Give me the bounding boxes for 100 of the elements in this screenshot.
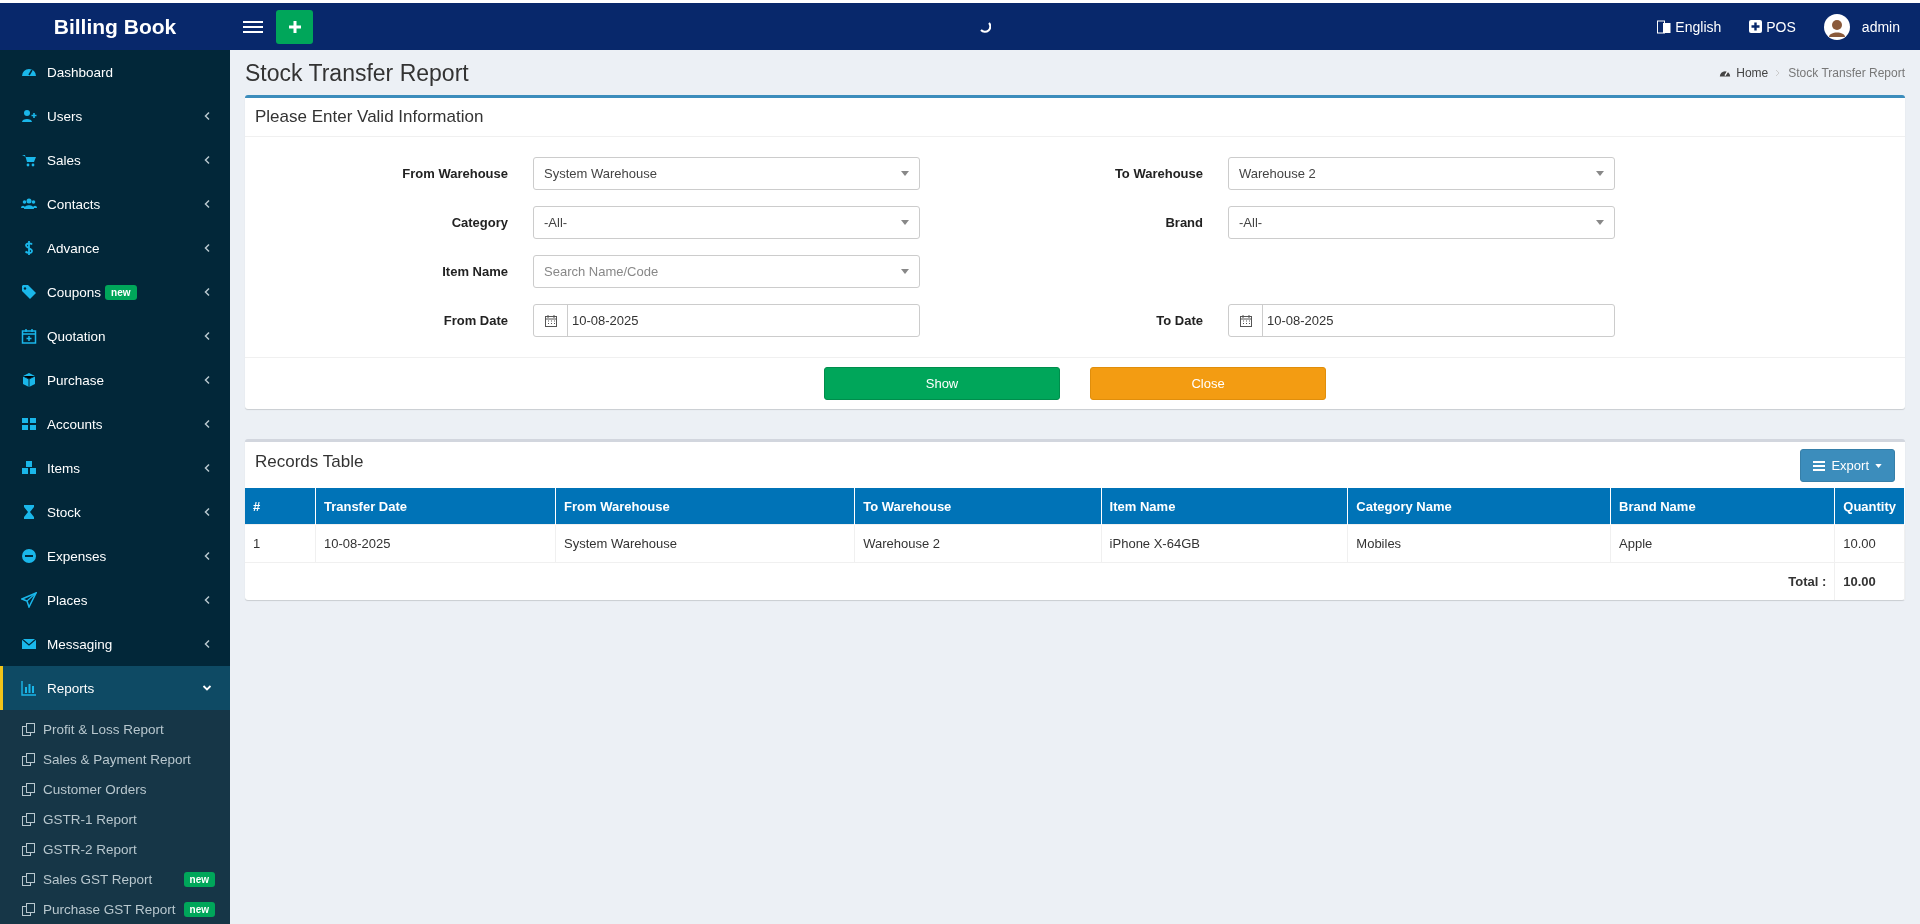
breadcrumb-link[interactable]: Home <box>1719 66 1769 80</box>
chevron-left-icon <box>202 463 212 473</box>
users-icon <box>21 196 37 212</box>
submenu-item[interactable]: Purchase GST Report new <box>0 894 230 924</box>
panel-title: Please Enter Valid Information <box>245 98 1905 137</box>
sidebar-item[interactable]: Dashboard <box>0 50 230 94</box>
column-header: # <box>245 488 316 525</box>
sidebar-item[interactable]: Purchase <box>0 358 230 402</box>
sidebar-item[interactable]: Expenses <box>0 534 230 578</box>
caret-down-icon <box>901 269 909 274</box>
field-label: From Warehouse <box>401 166 509 181</box>
chevron-left-icon <box>202 111 212 121</box>
hourglass-icon <box>21 504 37 520</box>
menu-icon[interactable] <box>243 18 263 35</box>
chevron-left-icon <box>202 375 212 385</box>
chevron-left-icon <box>202 331 212 341</box>
calendar-icon <box>1239 314 1252 327</box>
total-label: Total : <box>245 562 1835 600</box>
sidebar-item[interactable]: Accounts <box>0 402 230 446</box>
caret-down-icon <box>1596 171 1604 176</box>
app-logo[interactable]: Billing Book <box>0 14 230 39</box>
copy-icon <box>22 722 35 736</box>
calendar-icon <box>544 314 557 327</box>
column-header: Transfer Date <box>315 488 556 525</box>
plus-icon <box>288 20 301 33</box>
sidebar-item[interactable]: Advance <box>0 226 230 270</box>
select-field[interactable]: -All- <box>533 206 920 239</box>
field-label: From Date <box>442 313 509 328</box>
select-field[interactable]: System Warehouse <box>533 157 920 190</box>
grid-icon <box>21 416 37 432</box>
column-header: Item Name <box>1101 488 1348 525</box>
chevron-left-icon <box>202 243 212 253</box>
copy-icon <box>22 782 35 796</box>
sidebar-item[interactable]: Sales <box>0 138 230 182</box>
sidebar-item[interactable]: Quotation <box>0 314 230 358</box>
chevron-left-icon <box>202 595 212 605</box>
language-link[interactable]: English <box>1657 18 1722 35</box>
add-button[interactable] <box>276 9 313 44</box>
sidebar-item[interactable]: Coupons new <box>0 270 230 314</box>
new-badge: new <box>105 284 137 300</box>
date-field[interactable]: 10-08-2025 <box>533 304 920 337</box>
table-cell: System Warehouse <box>555 524 855 563</box>
menu-icon <box>1813 460 1826 471</box>
chevron-left-icon <box>202 419 212 429</box>
user-plus-icon <box>21 108 37 124</box>
table-cell: 10-08-2025 <box>315 524 556 563</box>
new-badge: new <box>183 901 215 917</box>
copy-icon <box>22 872 35 886</box>
column-header: Quantity <box>1834 488 1905 525</box>
bar-chart-icon <box>21 680 37 696</box>
export-button[interactable]: Export <box>1800 449 1895 482</box>
chevron-left-icon <box>202 287 212 297</box>
submenu-item[interactable]: Customer Orders <box>0 774 230 804</box>
caret-down-icon <box>1596 220 1604 225</box>
field-label: Item Name <box>441 264 509 279</box>
breadcrumb-current: Stock Transfer Report <box>1788 66 1905 80</box>
envelope-icon <box>21 636 37 652</box>
chevron-down-icon <box>202 683 212 693</box>
sidebar-item[interactable]: Places <box>0 578 230 622</box>
user-menu[interactable]: admin <box>1823 13 1900 40</box>
submenu-item[interactable]: Sales & Payment Report <box>0 744 230 774</box>
table-cell: Warehouse 2 <box>854 524 1102 563</box>
copy-icon <box>22 842 35 856</box>
copy-icon <box>22 902 35 916</box>
caret-down-icon <box>901 171 909 176</box>
sidebar-item[interactable]: Messaging <box>0 622 230 666</box>
sidebar-item[interactable]: Contacts <box>0 182 230 226</box>
table-cell: Mobiles <box>1347 524 1611 563</box>
submenu-item[interactable]: GSTR-2 Report <box>0 834 230 864</box>
minus-circle-icon <box>21 548 37 564</box>
sidebar-item[interactable]: Users <box>0 94 230 138</box>
pos-link[interactable]: POS <box>1749 18 1796 35</box>
panel-title: Records Table <box>255 452 364 472</box>
column-header: To Warehouse <box>854 488 1102 525</box>
sidebar-item[interactable]: Reports <box>0 666 230 710</box>
copy-icon <box>22 812 35 826</box>
date-field[interactable]: 10-08-2025 <box>1228 304 1615 337</box>
chevron-left-icon <box>202 551 212 561</box>
tag-icon <box>21 284 37 300</box>
submenu-item[interactable]: Profit & Loss Report <box>0 714 230 744</box>
chevron-left-icon <box>202 199 212 209</box>
submenu-item[interactable]: Sales GST Report new <box>0 864 230 894</box>
caret-down-icon <box>901 220 909 225</box>
sidebar-item[interactable]: Stock <box>0 490 230 534</box>
calendar-plus-icon <box>21 328 37 344</box>
new-badge: new <box>183 871 215 887</box>
chevron-left-icon <box>202 155 212 165</box>
cart-icon <box>21 152 37 168</box>
paper-plane-icon <box>21 592 37 608</box>
column-header: Category Name <box>1347 488 1611 525</box>
loading-spinner-icon <box>979 20 992 33</box>
select-field[interactable]: Search Name/Code <box>533 255 920 288</box>
sidebar-item[interactable]: Items <box>0 446 230 490</box>
submenu-item[interactable]: GSTR-1 Report <box>0 804 230 834</box>
total-value: 10.00 <box>1834 562 1905 600</box>
caret-down-icon <box>1875 463 1882 468</box>
select-field[interactable]: Warehouse 2 <box>1228 157 1615 190</box>
field-label: Category <box>450 215 509 230</box>
select-field[interactable]: -All- <box>1228 206 1615 239</box>
table-cell: 10.00 <box>1834 524 1905 563</box>
